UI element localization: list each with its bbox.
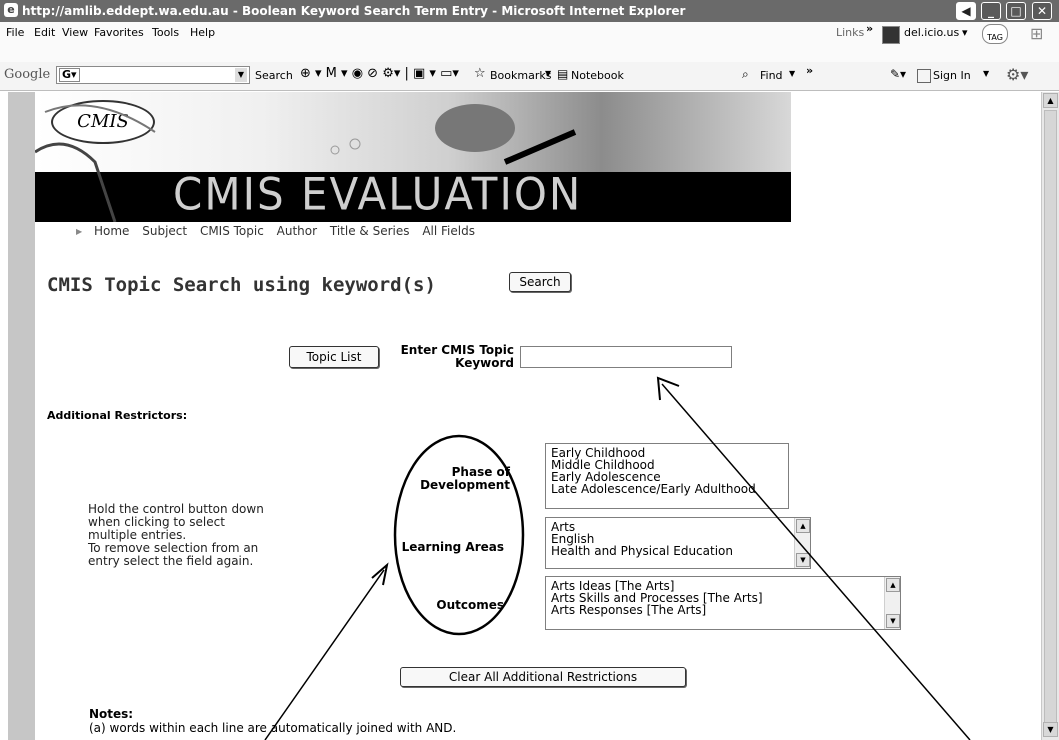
nav-author[interactable]: Author <box>277 224 317 238</box>
chevron-up-icon[interactable]: ▲ <box>886 578 900 592</box>
links-label[interactable]: Links <box>836 26 864 39</box>
wrench-icon[interactable]: ✎▾ <box>890 67 906 81</box>
arrowhead-right-icon <box>656 376 680 401</box>
nav-caret-icon: ▶ <box>76 227 83 236</box>
selection-instructions: Hold the control button down when clicki… <box>88 503 298 568</box>
menu-bar: File Edit View Favorites Tools Help Link… <box>0 22 1059 63</box>
dropdown-arrow-icon[interactable]: ▼ <box>235 68 247 82</box>
list-option[interactable]: Health and Physical Education <box>546 545 810 557</box>
listbox-scrollbar[interactable]: ▲ ▼ <box>884 577 900 629</box>
signin-button[interactable]: Sign In <box>933 69 971 82</box>
chevron-up-icon[interactable]: ▲ <box>796 519 810 533</box>
additional-restrictors-heading: Additional Restrictors: <box>47 409 188 422</box>
page-left-border <box>8 92 35 740</box>
find-button[interactable]: Find <box>760 69 783 82</box>
delicious-dropdown-icon[interactable]: ▾ <box>962 26 968 39</box>
scroll-thumb[interactable] <box>1044 110 1057 728</box>
menu-edit[interactable]: Edit <box>34 26 55 39</box>
notebook-icon: ▤ <box>557 67 569 81</box>
list-option[interactable]: Arts Responses [The Arts] <box>546 604 900 616</box>
star-icon[interactable]: ☆ <box>474 66 486 81</box>
arrowhead-left-icon <box>371 562 389 586</box>
scroll-down-icon[interactable]: ▼ <box>1043 722 1058 737</box>
page-title: CMIS Topic Search using keyword(s) <box>47 274 436 296</box>
outcomes-label: Outcomes <box>436 598 504 612</box>
ie-icon: e <box>4 3 18 17</box>
phase-of-development-listbox[interactable]: Early Childhood Middle Childhood Early A… <box>545 443 789 509</box>
chevron-down-icon[interactable]: ▼ <box>796 553 810 567</box>
keyword-input[interactable] <box>520 346 732 368</box>
window-title-bar: e http://amlib.eddept.wa.edu.au - Boolea… <box>0 0 1059 22</box>
minimize-button[interactable]: _ <box>981 2 1001 20</box>
delicious-button[interactable]: del.icio.us <box>904 26 959 39</box>
listbox-scrollbar[interactable]: ▲ ▼ <box>794 518 810 568</box>
links-chevron[interactable]: » <box>866 22 873 35</box>
bookmarks-dropdown-icon[interactable]: ▼ <box>545 69 551 78</box>
phase-of-development-label: Phase of Development <box>406 466 510 492</box>
menu-file[interactable]: File <box>6 26 24 39</box>
nav-subject[interactable]: Subject <box>142 224 187 238</box>
clear-restrictions-button[interactable]: Clear All Additional Restrictions <box>400 667 686 687</box>
delicious-icon <box>882 26 900 44</box>
notes-line: (a) words within each line are automatic… <box>89 721 457 735</box>
window-title: http://amlib.eddept.wa.edu.au - Boolean … <box>22 4 686 18</box>
search-button[interactable]: Search <box>509 272 571 292</box>
menu-favorites[interactable]: Favorites <box>94 26 144 39</box>
notes-heading: Notes: <box>89 707 134 721</box>
nav-home[interactable]: Home <box>94 224 129 238</box>
outcomes-listbox[interactable]: Arts Ideas [The Arts] Arts Skills and Pr… <box>545 576 901 630</box>
windows-logo-icon: ⊞ <box>1030 24 1044 43</box>
close-button[interactable]: ✕ <box>1032 2 1052 20</box>
find-dropdown-icon[interactable]: ▼ <box>789 69 795 78</box>
back-arrow-icon[interactable]: ◀ <box>956 2 976 20</box>
topic-list-button[interactable]: Topic List <box>289 346 379 368</box>
signin-icon <box>917 69 931 83</box>
learning-areas-listbox[interactable]: Arts English Health and Physical Educati… <box>545 517 811 569</box>
tag-icon[interactable]: TAG <box>982 24 1008 44</box>
keyword-label: Enter CMIS Topic Keyword <box>380 344 514 370</box>
learning-areas-label: Learning Areas <box>401 540 504 554</box>
vertical-scrollbar[interactable]: ▲ ▼ <box>1041 92 1059 740</box>
menu-view[interactable]: View <box>62 26 88 39</box>
toolbar-icons[interactable]: ⊕ ▾ M ▾ ◉ ⊘ ⚙▾ | ▣ ▾ ▭▾ <box>300 66 459 81</box>
list-option[interactable]: Late Adolescence/Early Adulthood <box>546 483 788 495</box>
menu-tools[interactable]: Tools <box>152 26 179 39</box>
instruction-line: entry select the field again. <box>88 554 254 568</box>
signin-dropdown-icon[interactable]: ▼ <box>983 69 989 78</box>
bookmarks-button[interactable]: Bookmarks <box>490 69 551 82</box>
maximize-button[interactable]: □ <box>1006 2 1026 20</box>
google-search-button[interactable]: Search <box>255 69 293 82</box>
nav-cmis-topic[interactable]: CMIS Topic <box>200 224 264 238</box>
keyword-label-line2: Keyword <box>455 356 514 370</box>
google-g-icon: G▾ <box>59 68 80 82</box>
google-toolbar: Google G▾ ▼ Search ⊕ ▾ M ▾ ◉ ⊘ ⚙▾ | ▣ ▾ … <box>0 62 1059 91</box>
find-icon: ⌕ <box>742 67 749 81</box>
nav-all-fields[interactable]: All Fields <box>422 224 475 238</box>
nav-title-series[interactable]: Title & Series <box>330 224 410 238</box>
menu-help[interactable]: Help <box>190 26 215 39</box>
banner: CMIS CMIS EVALUATION <box>35 92 791 222</box>
scroll-up-icon[interactable]: ▲ <box>1043 93 1058 108</box>
google-logo: Google <box>4 67 51 82</box>
notebook-button[interactable]: Notebook <box>571 69 624 82</box>
toolbar-more-chevron[interactable]: » <box>806 64 813 77</box>
annotation-arrow-left <box>264 569 385 740</box>
google-search-box[interactable]: G▾ ▼ <box>56 66 250 84</box>
tools-icon[interactable]: ⚙▾ <box>1006 65 1028 84</box>
banner-title: CMIS EVALUATION <box>173 168 583 221</box>
chevron-down-icon[interactable]: ▼ <box>886 614 900 628</box>
main-nav: ▶ Home Subject CMIS Topic Author Title &… <box>76 224 484 240</box>
phase-label-line2: Development <box>420 478 510 492</box>
